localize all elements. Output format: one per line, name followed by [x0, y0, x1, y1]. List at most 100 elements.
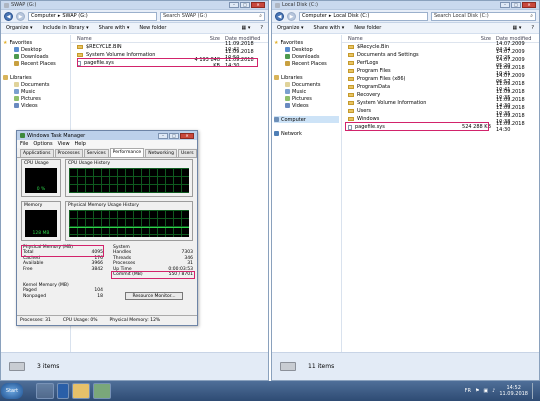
tab-processes[interactable]: Processes — [54, 149, 83, 157]
new-folder-button[interactable]: New folder — [139, 25, 166, 31]
file-name-cell: $Recycle.Bin — [342, 44, 461, 50]
taskbar-server-manager-icon[interactable] — [36, 383, 54, 399]
right-titlebar[interactable]: Local Disk (C:) – □ ✕ — [272, 1, 539, 10]
start-button[interactable]: Start — [1, 383, 23, 399]
right-path-input[interactable]: Computer ▸ Local Disk (C:) — [299, 11, 428, 21]
nav-music[interactable]: Music — [274, 88, 339, 95]
help-icon[interactable]: ? — [531, 25, 534, 31]
nav-computer[interactable]: Computer — [274, 116, 339, 123]
nav-pictures[interactable]: Pictures — [274, 95, 339, 102]
cpu-usage-gauge: 0 % — [25, 168, 57, 193]
maximize-button[interactable]: □ — [169, 132, 179, 139]
column-size[interactable]: Size — [461, 36, 493, 42]
nav-favorites[interactable]: ★ Favorites — [274, 39, 339, 46]
left-search-input[interactable]: Search SWAP (G:) ⌕ — [160, 11, 265, 21]
close-button[interactable]: ✕ — [522, 2, 536, 8]
menu-view[interactable]: View — [58, 141, 70, 147]
file-name: Program Files — [357, 68, 391, 74]
nav-music[interactable]: Music — [3, 88, 68, 95]
left-titlebar[interactable]: SWAP (G:) – □ ✕ — [1, 1, 268, 10]
nav-documents[interactable]: Documents — [274, 81, 339, 88]
star-icon: ★ — [274, 39, 279, 46]
clock[interactable]: 14:52 11.09.2018 — [499, 385, 528, 397]
column-name[interactable]: Name — [71, 36, 190, 42]
nav-videos[interactable]: Videos — [3, 102, 68, 109]
tab-services[interactable]: Services — [83, 149, 109, 157]
recent-places-icon — [285, 61, 290, 66]
left-path-input[interactable]: Computer ▸ SWAP (G:) — [28, 11, 157, 21]
tray-volume-icon[interactable]: ♪ — [492, 388, 495, 394]
column-name[interactable]: Name — [342, 36, 461, 42]
drive-icon — [4, 2, 9, 8]
computer-icon — [274, 117, 279, 122]
share-with-button[interactable]: Share with ▾ — [314, 25, 345, 31]
status-memory: Physical Memory: 12% — [109, 318, 161, 323]
menu-help[interactable]: Help — [75, 141, 86, 147]
nav-documents[interactable]: Documents — [3, 81, 68, 88]
right-search-input[interactable]: Search Local Disk (C:) ⌕ — [431, 11, 536, 21]
close-button[interactable]: ✕ — [251, 2, 265, 8]
nav-recent[interactable]: Recent Places — [3, 60, 68, 67]
view-options-icon[interactable]: ▦ ▾ — [513, 25, 522, 31]
tab-performance[interactable]: Performance — [109, 148, 145, 157]
recent-places-icon — [14, 61, 19, 66]
view-options-icon[interactable]: ▦ ▾ — [242, 25, 251, 31]
help-icon[interactable]: ? — [260, 25, 263, 31]
nav-recent[interactable]: Recent Places — [274, 60, 339, 67]
show-desktop-button[interactable] — [532, 383, 537, 399]
breadcrumb-drive[interactable]: Local Disk (C:) — [333, 13, 369, 19]
tray-network-icon[interactable]: ▣ — [483, 388, 488, 394]
task-manager-icon — [20, 133, 25, 138]
taskbar-powershell-icon[interactable] — [57, 383, 69, 399]
forward-button[interactable]: ▶ — [287, 11, 296, 21]
file-name-cell: System Volume Information — [342, 100, 461, 106]
memory-value: 128 MB — [32, 231, 50, 236]
include-library-button[interactable]: Include in library ▾ — [43, 25, 89, 31]
nav-favorites[interactable]: ★ Favorites — [3, 39, 68, 46]
memory-history-line — [69, 227, 189, 228]
taskbar-explorer-icon[interactable] — [72, 383, 90, 399]
menu-file[interactable]: File — [20, 141, 28, 147]
nav-pictures[interactable]: Pictures — [3, 95, 68, 102]
language-indicator[interactable]: FR — [465, 388, 471, 394]
right-navigation-pane: ★ Favorites Desktop Downloads Recent Plac… — [272, 35, 342, 352]
breadcrumb-computer[interactable]: Computer — [302, 13, 327, 19]
nav-libraries[interactable]: Libraries — [3, 74, 68, 81]
nav-desktop[interactable]: Desktop — [3, 46, 68, 53]
maximize-button[interactable]: □ — [511, 2, 521, 8]
minimize-button[interactable]: – — [229, 2, 239, 8]
folder-icon — [348, 85, 354, 89]
share-with-button[interactable]: Share with ▾ — [99, 25, 130, 31]
resource-monitor-button[interactable]: Resource Monitor... — [125, 292, 183, 300]
new-folder-button[interactable]: New folder — [354, 25, 381, 31]
organize-button[interactable]: Organize ▾ — [6, 25, 33, 31]
minimize-button[interactable]: – — [500, 2, 510, 8]
nav-desktop[interactable]: Desktop — [274, 46, 339, 53]
nav-downloads[interactable]: Downloads — [3, 53, 68, 60]
nav-videos[interactable]: Videos — [274, 102, 339, 109]
column-size[interactable]: Size — [190, 36, 222, 42]
tray-flag-icon[interactable]: ⚑ — [475, 388, 479, 394]
task-manager-titlebar[interactable]: Windows Task Manager – □ ✕ — [17, 131, 197, 140]
stat-value: 18 — [97, 293, 103, 299]
nav-libraries[interactable]: Libraries — [274, 74, 339, 81]
breadcrumb-drive[interactable]: SWAP (G:) — [62, 13, 87, 19]
nav-downloads[interactable]: Downloads — [274, 53, 339, 60]
taskbar-task-manager-icon[interactable] — [93, 383, 111, 399]
back-button[interactable]: ◀ — [4, 11, 13, 21]
close-button[interactable]: ✕ — [180, 132, 194, 139]
breadcrumb-computer[interactable]: Computer — [31, 13, 56, 19]
tab-users[interactable]: Users — [177, 149, 197, 157]
pagefile-highlight — [77, 58, 258, 67]
nav-network[interactable]: Network — [274, 130, 339, 137]
pictures-icon — [14, 96, 19, 101]
menu-options[interactable]: Options — [33, 141, 52, 147]
back-button[interactable]: ◀ — [275, 11, 284, 21]
forward-button[interactable]: ▶ — [16, 11, 25, 21]
folder-icon — [348, 69, 354, 73]
maximize-button[interactable]: □ — [240, 2, 250, 8]
organize-button[interactable]: Organize ▾ — [277, 25, 304, 31]
tab-applications[interactable]: Applications — [20, 149, 54, 157]
tab-networking[interactable]: Networking — [145, 149, 177, 157]
minimize-button[interactable]: – — [158, 132, 168, 139]
